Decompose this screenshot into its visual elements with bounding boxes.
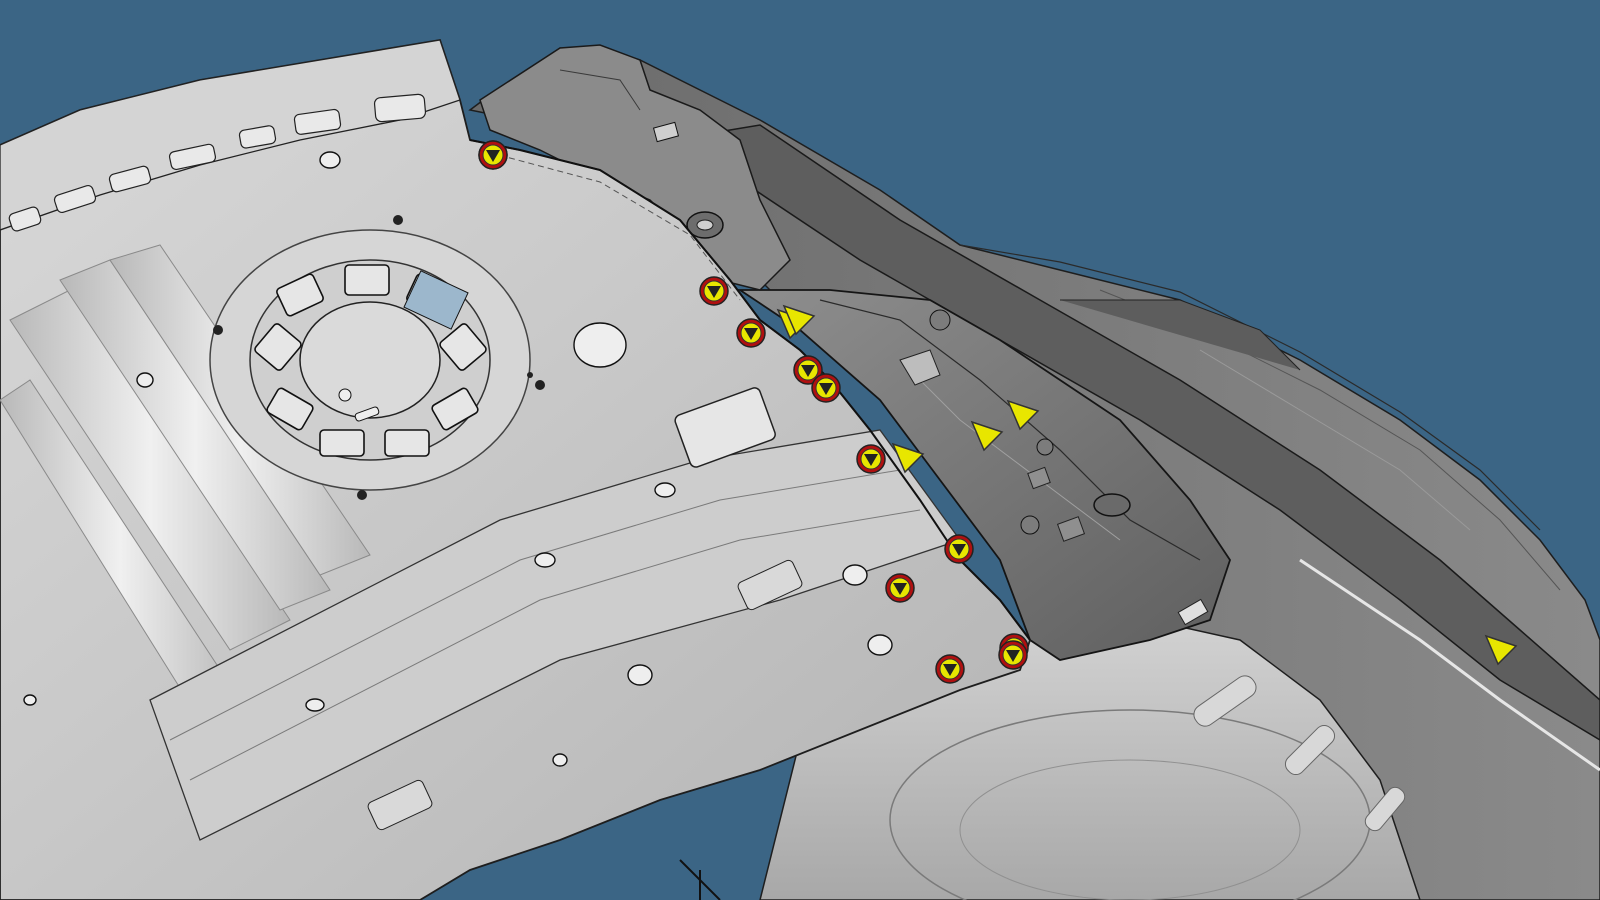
weld-point-marker[interactable] — [935, 654, 965, 684]
weld-point-marker[interactable] — [736, 318, 766, 348]
weld-point-marker[interactable] — [944, 534, 974, 564]
weld-point-marker[interactable] — [699, 276, 729, 306]
weld-point-marker[interactable] — [998, 640, 1028, 670]
weld-point-marker[interactable] — [885, 573, 915, 603]
weld-point-marker[interactable] — [856, 444, 886, 474]
weld-point-marker[interactable] — [478, 140, 508, 170]
spare-wheel-well — [209, 229, 531, 491]
3d-model-view[interactable] — [0, 0, 1600, 900]
weld-point-marker[interactable] — [811, 373, 841, 403]
cad-viewport[interactable] — [0, 0, 1600, 900]
